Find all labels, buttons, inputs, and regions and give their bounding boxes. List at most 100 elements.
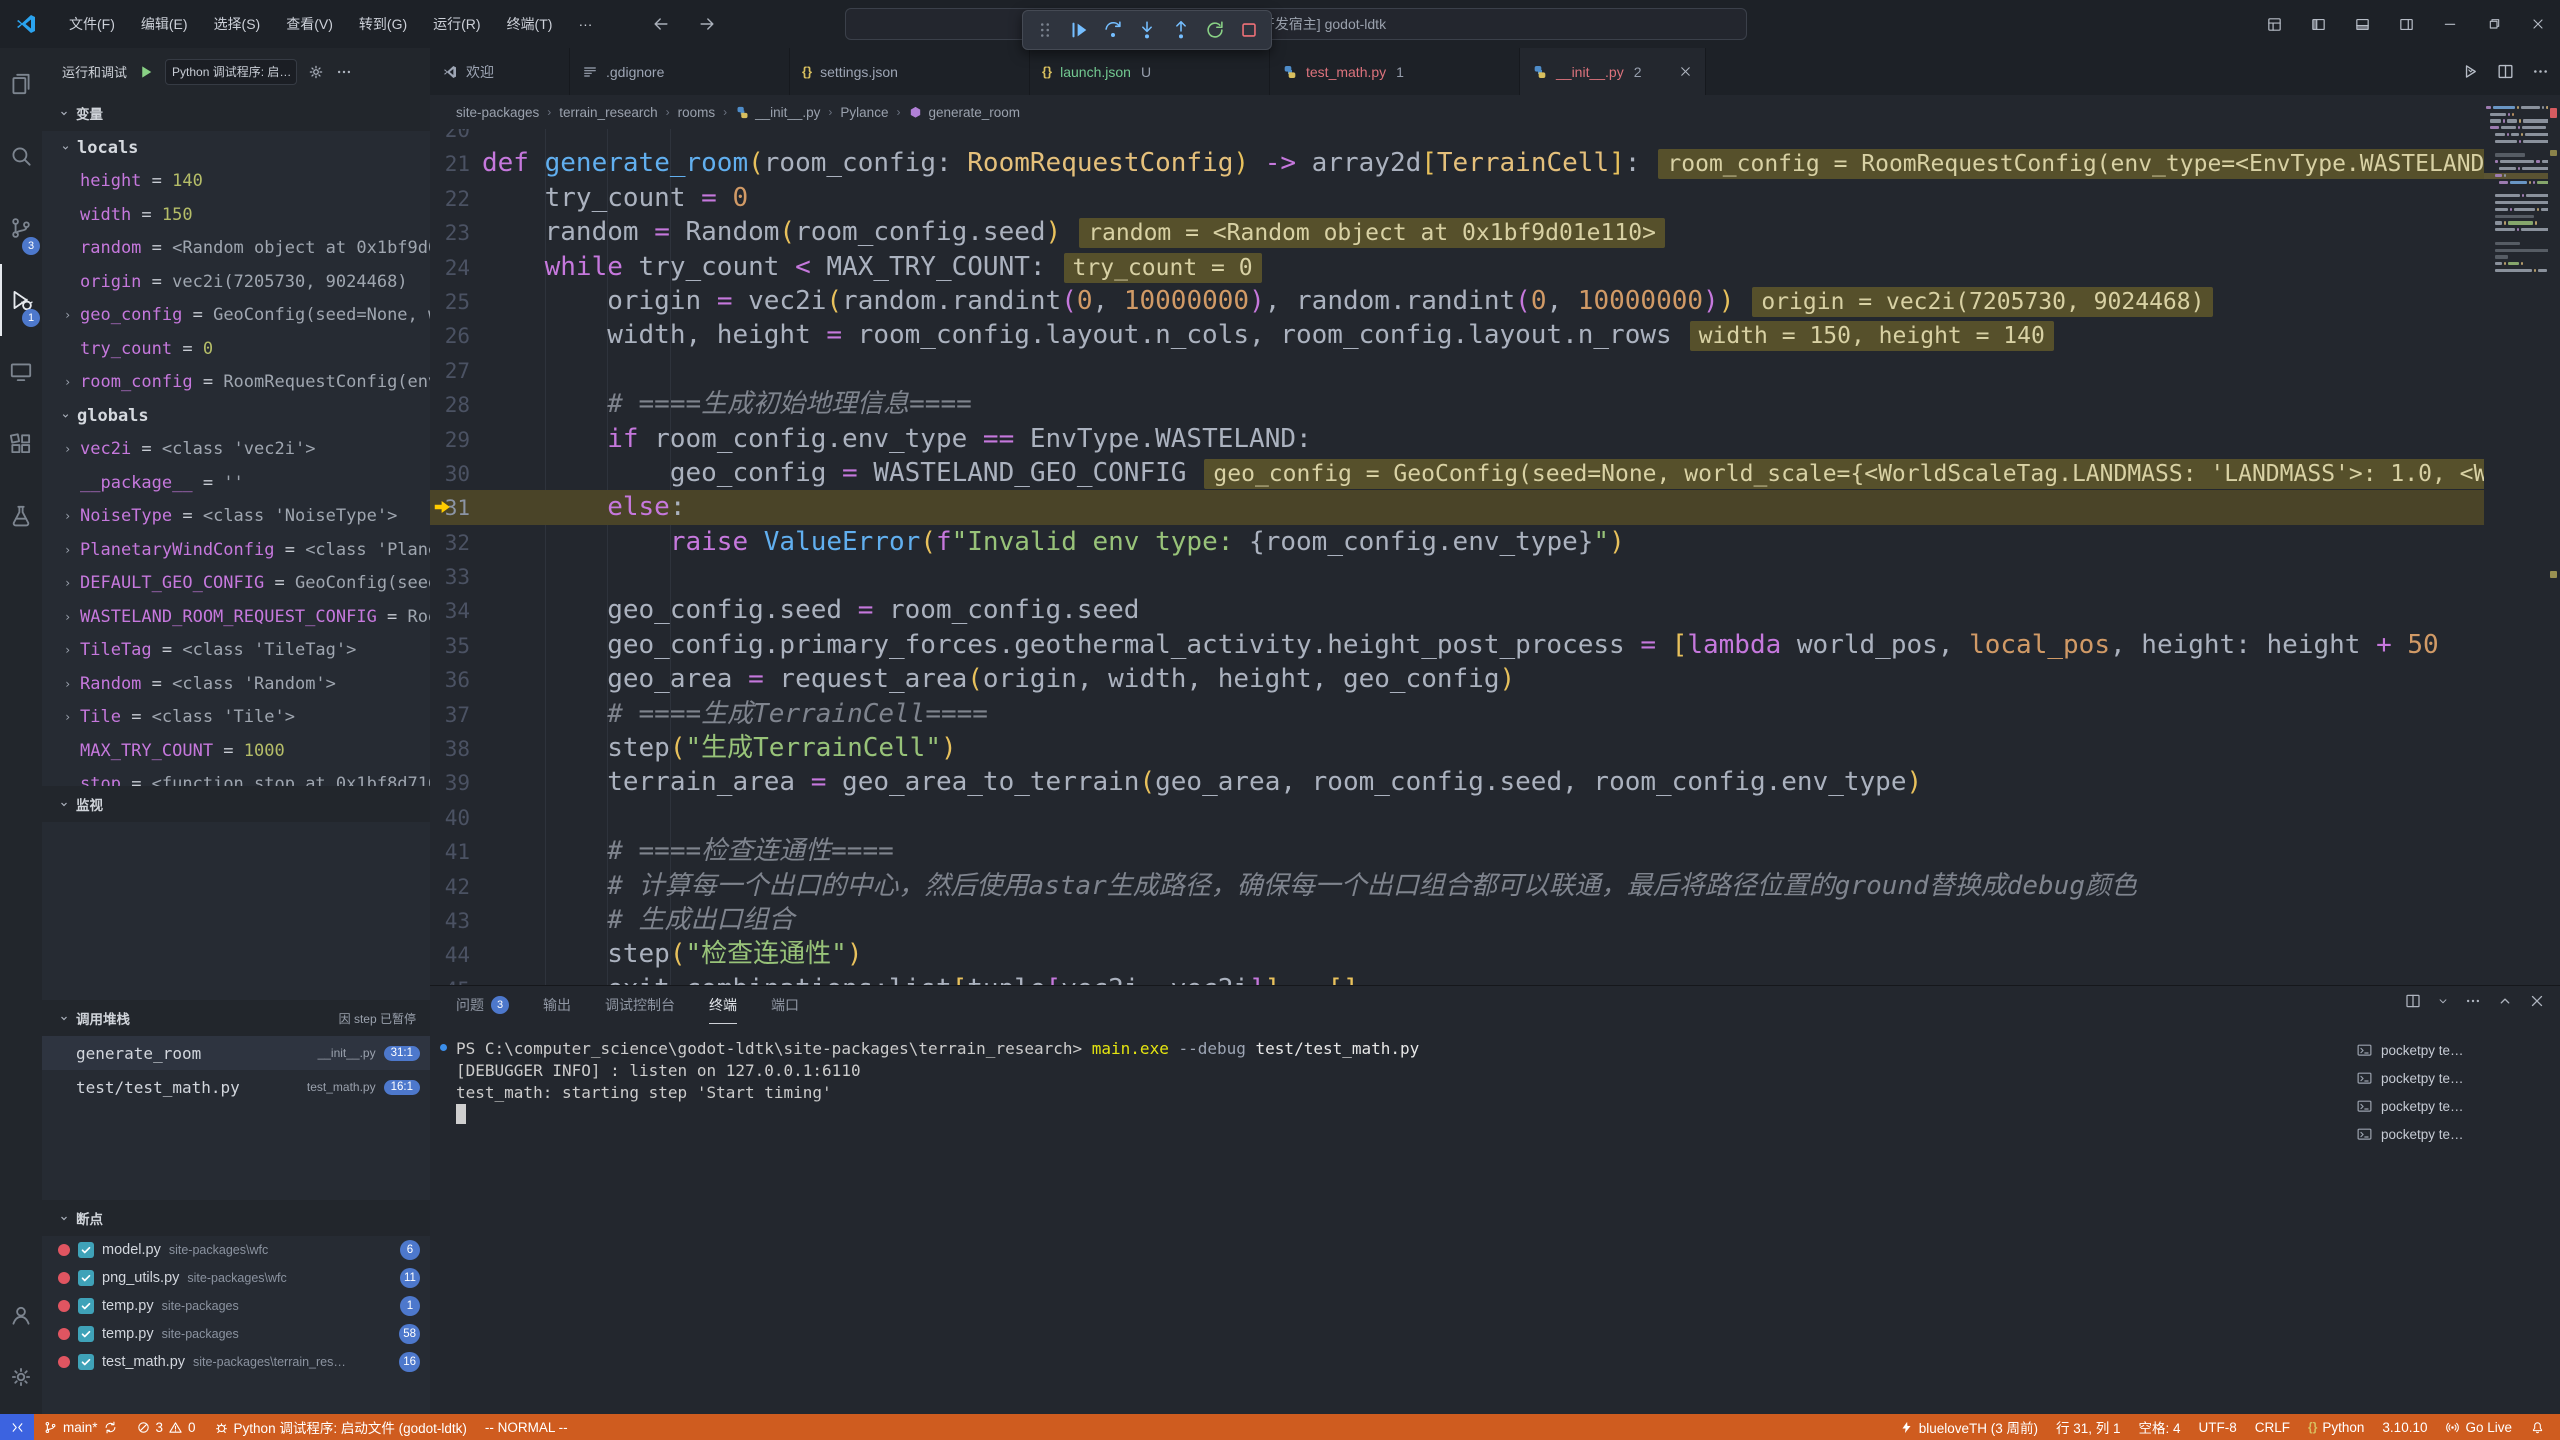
vim-mode[interactable]: -- NORMAL -- [476, 1414, 577, 1440]
menu-item-5[interactable]: 运行(R) [420, 0, 493, 48]
toggle-panel[interactable] [2340, 0, 2384, 48]
variable-row[interactable]: ›__package__ = '' [42, 466, 430, 500]
line-number[interactable]: 44 [430, 938, 470, 972]
breakpoint-row[interactable]: temp.pysite-packages58 [42, 1320, 430, 1348]
continue-button[interactable] [1063, 14, 1095, 46]
breakpoint-checkbox[interactable] [78, 1354, 94, 1370]
close-button[interactable] [2516, 0, 2560, 48]
menu-item-7[interactable]: ··· [565, 0, 605, 48]
line-number[interactable]: 34 [430, 594, 470, 628]
notifications[interactable] [2521, 1414, 2554, 1440]
panel-tab-端口[interactable]: 端口 [771, 986, 799, 1024]
encoding[interactable]: UTF-8 [2190, 1414, 2246, 1440]
breadcrumb-item[interactable]: rooms [678, 105, 716, 120]
variable-row[interactable]: ›Tile = <class 'Tile'> [42, 701, 430, 735]
variable-row[interactable]: ›PlanetaryWindConfig = <class 'Planeta… [42, 533, 430, 567]
terminal-list-item[interactable]: pocketpy te… [2356, 1092, 2552, 1120]
debug-config-dropdown[interactable]: Python 调试程序: 启… [165, 59, 297, 85]
breakpoint-checkbox[interactable] [78, 1270, 94, 1286]
breakpoint-row[interactable]: model.pysite-packages\wfc6 [42, 1236, 430, 1264]
menu-item-6[interactable]: 终端(T) [494, 0, 566, 48]
breakpoint-row[interactable]: temp.pysite-packages1 [42, 1292, 430, 1320]
line-number[interactable]: 38 [430, 732, 470, 766]
run-python-file-button[interactable] [2461, 62, 2480, 81]
restore-button[interactable] [2472, 0, 2516, 48]
menu-item-2[interactable]: 选择(S) [201, 0, 274, 48]
panel-tab-终端[interactable]: 终端 [709, 986, 737, 1024]
line-number[interactable]: 33 [430, 560, 470, 594]
watch-section-header[interactable]: 监视 [42, 786, 430, 822]
line-number[interactable]: 20 [430, 129, 470, 147]
chevron-down-icon[interactable] [2436, 994, 2450, 1008]
variable-row[interactable]: ›width = 150 [42, 198, 430, 232]
activity-run-and-debug[interactable]: 1 [0, 264, 42, 336]
variable-row[interactable]: ›vec2i = <class 'vec2i'> [42, 433, 430, 467]
line-number[interactable]: 30 [430, 457, 470, 491]
tab-.gdignore[interactable]: .gdignore [570, 48, 790, 95]
line-number[interactable]: 45 [430, 973, 470, 985]
variable-row[interactable]: ›random = <Random object at 0x1bf9d01e… [42, 232, 430, 266]
indentation[interactable]: 空格: 4 [2130, 1414, 2190, 1440]
menu-item-3[interactable]: 查看(V) [273, 0, 346, 48]
breadcrumb[interactable]: site-packages›terrain_research›rooms›__i… [430, 95, 2560, 129]
line-number[interactable]: 42 [430, 870, 470, 904]
python-version[interactable]: 3.10.10 [2373, 1414, 2436, 1440]
tab-launch.json[interactable]: {}launch.jsonU [1030, 48, 1270, 95]
line-number[interactable]: 32 [430, 526, 470, 560]
tab-settings.json[interactable]: {}settings.json [790, 48, 1030, 95]
toggle-secondary-sidebar[interactable] [2384, 0, 2428, 48]
editor-code-area[interactable]: 2021def generate_room(room_config: RoomR… [430, 129, 2484, 985]
panel-tab-调试控制台[interactable]: 调试控制台 [605, 986, 675, 1024]
tab-test_math.py[interactable]: test_math.py1 [1270, 48, 1520, 95]
variable-row[interactable]: ›geo_config = GeoConfig(seed=None, wor… [42, 299, 430, 333]
tab-欢迎[interactable]: 欢迎 [430, 48, 570, 95]
breakpoint-checkbox[interactable] [78, 1326, 94, 1342]
commit-info[interactable]: blueloveTH (3 周前) [1890, 1414, 2047, 1440]
restart-button[interactable] [1199, 14, 1231, 46]
line-number[interactable]: 21 [430, 147, 470, 181]
problems[interactable]: 30 [127, 1414, 205, 1440]
breadcrumb-item[interactable]: __init__.py [735, 105, 820, 120]
breakpoint-row[interactable]: test_math.pysite-packages\terrain_res…16 [42, 1348, 430, 1376]
variable-row[interactable]: ›room_config = RoomRequestConfig(env_t… [42, 366, 430, 400]
variable-row[interactable]: ›DEFAULT_GEO_CONFIG = GeoConfig(seed=1… [42, 567, 430, 601]
stack-frame[interactable]: generate_room__init__.py31:1 [42, 1036, 430, 1070]
close-icon[interactable] [1678, 64, 1693, 79]
split-terminal-button[interactable] [2404, 992, 2422, 1010]
variable-row[interactable]: ›WASTELAND_ROOM_REQUEST_CONFIG = RoomR… [42, 600, 430, 634]
variable-row[interactable]: ›MAX_TRY_COUNT = 1000 [42, 734, 430, 768]
variables-section-header[interactable]: 变量 [42, 95, 430, 131]
start-debug-icon[interactable] [137, 63, 155, 81]
panel-tab-问题[interactable]: 问题3 [456, 986, 509, 1024]
stack-frame[interactable]: test/test_math.pytest_math.py16:1 [42, 1070, 430, 1104]
debug-session[interactable]: Python 调试程序: 启动文件 (godot-ldtk) [205, 1414, 476, 1440]
command-decoration-dot[interactable] [440, 1044, 447, 1051]
command-center-search[interactable]: [扩展开发宿主] godot-ldtk [845, 8, 1747, 40]
variable-row[interactable]: ›TileTag = <class 'TileTag'> [42, 634, 430, 668]
drag-grip-button[interactable] [1029, 14, 1061, 46]
line-number[interactable]: 43 [430, 904, 470, 938]
close-panel-button[interactable] [2528, 992, 2546, 1010]
line-number[interactable]: 37 [430, 698, 470, 732]
minimap[interactable] [2484, 95, 2548, 985]
variable-row[interactable]: ›stop = <function stop at 0x1bf8d716d… [42, 768, 430, 787]
breakpoint-row[interactable]: png_utils.pysite-packages\wfc11 [42, 1264, 430, 1292]
variable-group[interactable]: locals [42, 131, 430, 165]
line-number[interactable]: 24 [430, 251, 470, 285]
breakpoint-checkbox[interactable] [78, 1242, 94, 1258]
variable-row[interactable]: ›Random = <class 'Random'> [42, 667, 430, 701]
panel-tab-输出[interactable]: 输出 [543, 986, 571, 1024]
line-number[interactable]: 23 [430, 216, 470, 250]
variable-row[interactable]: ›height = 140 [42, 165, 430, 199]
activity-search[interactable] [0, 120, 42, 192]
back-arrow-icon[interactable] [651, 14, 671, 34]
line-number[interactable]: 36 [430, 663, 470, 697]
remote-indicator[interactable] [0, 1414, 34, 1440]
cursor-position[interactable]: 行 31, 列 1 [2047, 1414, 2130, 1440]
line-number[interactable]: 22 [430, 182, 470, 216]
menu-item-0[interactable]: 文件(F) [56, 0, 128, 48]
activity-manage-gear[interactable] [0, 1346, 42, 1408]
stop-button[interactable] [1233, 14, 1265, 46]
overview-ruler[interactable] [2548, 95, 2560, 985]
more-actions-icon[interactable] [335, 63, 353, 81]
